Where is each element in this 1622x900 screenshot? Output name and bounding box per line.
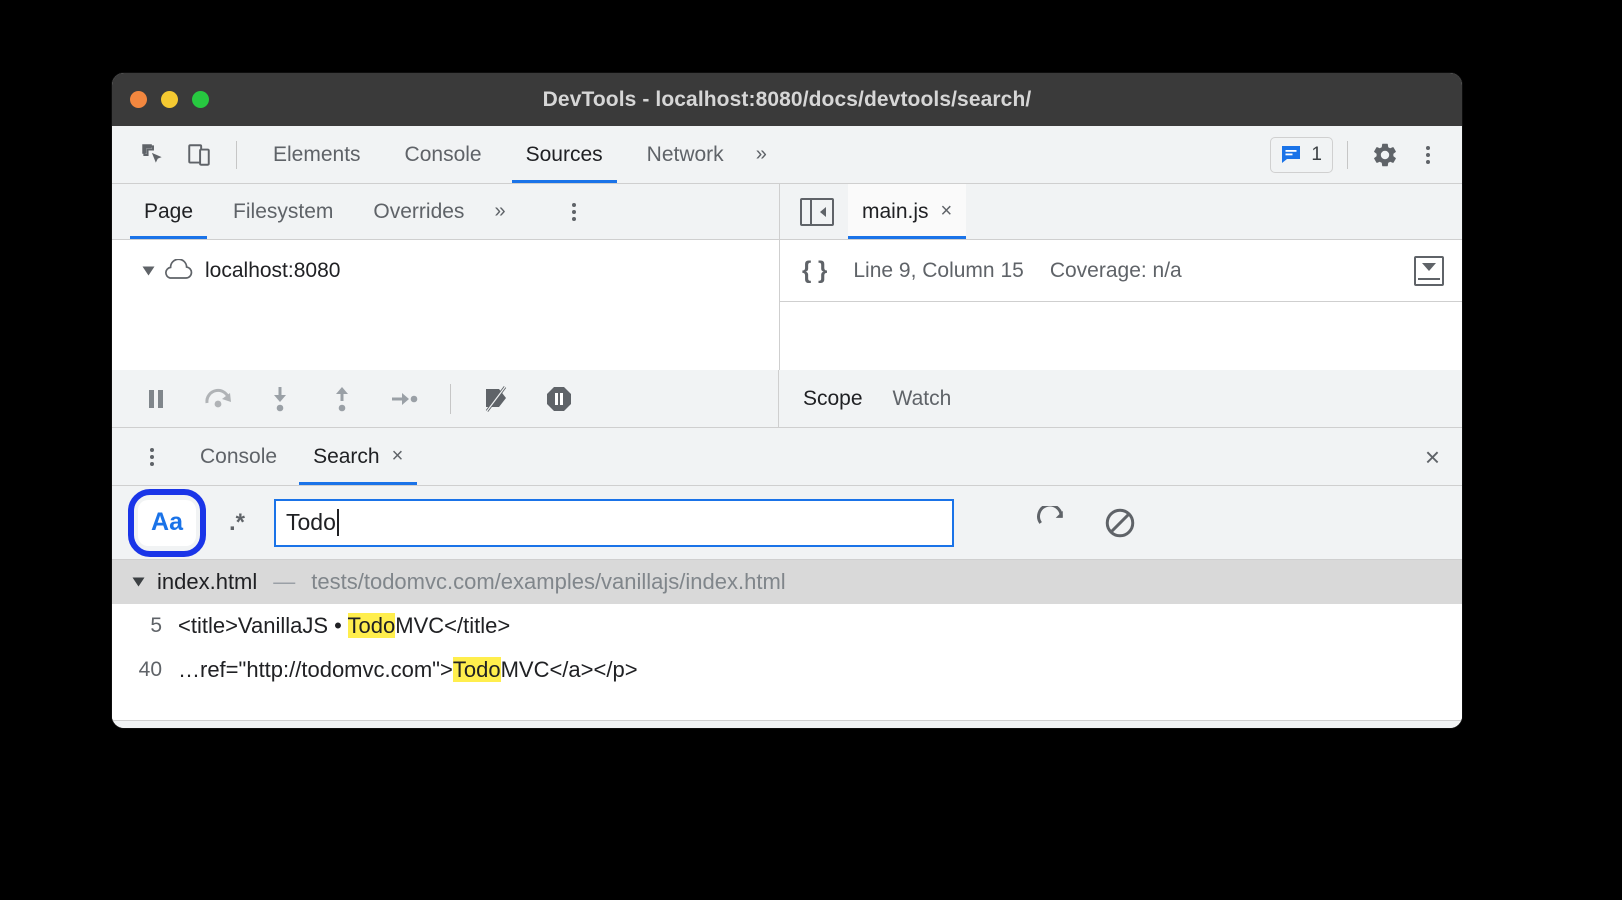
close-window-button[interactable] (130, 91, 147, 108)
navigator-tree-item-localhost[interactable]: localhost:8080 (112, 240, 779, 302)
tab-scope[interactable]: Scope (803, 387, 863, 411)
step-icon[interactable] (384, 379, 424, 419)
device-toolbar-icon[interactable] (176, 132, 222, 178)
devtools-main-toolbar: Elements Console Sources Network » 1 (112, 126, 1462, 184)
step-out-icon[interactable] (322, 379, 362, 419)
editor-file-tab-label: main.js (862, 199, 929, 223)
drawer-tab-console[interactable]: Console (182, 428, 295, 485)
gear-icon[interactable] (1362, 132, 1408, 178)
code-match-highlight: Todo (347, 613, 396, 638)
search-result-dash: — (273, 569, 296, 594)
refresh-icon[interactable] (1026, 497, 1078, 549)
editor-status-bar: { } Line 9, Column 15 Coverage: n/a (780, 240, 1462, 302)
main-panel-tabs: Elements Console Sources Network » (251, 126, 775, 183)
expand-triangle-icon[interactable] (132, 577, 145, 587)
search-result-row[interactable]: 40 …ref="http://todomvc.com">TodoMVC</a>… (112, 648, 1462, 692)
issues-button[interactable]: 1 (1270, 136, 1333, 173)
search-result-code: <title>VanillaJS • TodoMVC</title> (178, 613, 510, 639)
close-icon[interactable]: × (392, 445, 404, 468)
tab-elements[interactable]: Elements (251, 126, 383, 183)
debugger-side-tabs: Scope Watch (779, 370, 951, 427)
drawer-kebab-menu-icon[interactable] (132, 437, 172, 477)
deactivate-breakpoints-icon[interactable] (477, 379, 517, 419)
screenshot-stage: DevTools - localhost:8080/docs/devtools/… (0, 0, 1622, 900)
show-navigator-icon[interactable] (800, 197, 834, 226)
navigator-pane: Page Filesystem Overrides » localhost:80… (112, 184, 780, 370)
drawer-tab-search[interactable]: Search × (295, 428, 421, 485)
format-pretty-print-icon[interactable]: { } (802, 257, 827, 285)
toolbar-right-actions: 1 (1270, 132, 1462, 178)
close-drawer-button[interactable]: × (1425, 444, 1440, 470)
minimize-window-button[interactable] (161, 91, 178, 108)
navigator-kebab-menu-icon[interactable] (554, 192, 594, 232)
match-case-button[interactable]: Aa (138, 499, 196, 546)
search-input-value: Todo (286, 509, 336, 535)
search-result-code: …ref="http://todomvc.com">TodoMVC</a></p… (178, 657, 638, 683)
search-result-line-number: 5 (150, 614, 162, 637)
drawer-tab-console-label: Console (200, 444, 278, 468)
search-result-row[interactable]: 5 <title>VanillaJS • TodoMVC</title> (112, 604, 1462, 648)
close-icon[interactable]: × (941, 200, 953, 223)
inspect-cursor-icon[interactable] (130, 132, 176, 178)
step-over-icon[interactable] (198, 379, 238, 419)
tab-sources[interactable]: Sources (504, 126, 625, 183)
window-title: DevTools - localhost:8080/docs/devtools/… (542, 87, 1032, 111)
code-match-highlight: Todo (452, 657, 501, 682)
pause-on-exceptions-icon[interactable] (539, 379, 579, 419)
toolbar-divider-2 (1347, 140, 1348, 169)
editor-pane: main.js × { } Line 9, Column 15 Coverage… (780, 184, 1462, 370)
tab-console[interactable]: Console (383, 126, 504, 183)
drawer-tab-search-label: Search (313, 444, 380, 468)
code-after: MVC</title> (395, 613, 511, 638)
match-case-button-wrapper: Aa (128, 488, 206, 557)
show-drawer-icon[interactable] (1414, 255, 1444, 286)
clear-icon[interactable] (1094, 497, 1146, 549)
code-after: MVC</a></p> (500, 657, 638, 682)
tab-network[interactable]: Network (625, 126, 746, 183)
expand-triangle-icon[interactable] (142, 266, 155, 276)
drawer-tab-bar: Console Search × × (112, 428, 1462, 486)
cursor-position: Line 9, Column 15 (853, 258, 1024, 282)
navigator-tab-overrides[interactable]: Overrides (353, 184, 484, 239)
code-before: …ref="http://todomvc.com"> (178, 657, 453, 682)
navigator-tree-label: localhost:8080 (205, 259, 341, 282)
more-tabs-icon[interactable]: » (746, 143, 775, 166)
cloud-icon (165, 259, 193, 279)
tab-watch[interactable]: Watch (893, 387, 952, 411)
debugger-toolbar: Scope Watch (112, 370, 1462, 428)
coverage-status: Coverage: n/a (1049, 258, 1182, 282)
text-caret (336, 509, 339, 536)
zoom-window-button[interactable] (192, 91, 209, 108)
search-input[interactable]: Todo (274, 498, 954, 547)
devtools-window: DevTools - localhost:8080/docs/devtools/… (112, 73, 1462, 728)
search-result-file-header[interactable]: index.html — tests/todomvc.com/examples/… (112, 560, 1462, 604)
debugger-divider (450, 383, 451, 414)
search-result-file-path: tests/todomvc.com/examples/vanillajs/ind… (311, 569, 786, 594)
debugger-controls (112, 370, 779, 427)
navigator-tabs: Page Filesystem Overrides » (112, 184, 779, 240)
sources-split: Page Filesystem Overrides » localhost:80… (112, 184, 1462, 370)
window-titlebar: DevTools - localhost:8080/docs/devtools/… (112, 73, 1462, 126)
toolbar-divider (236, 140, 237, 169)
step-into-icon[interactable] (260, 379, 300, 419)
search-results: index.html — tests/todomvc.com/examples/… (112, 560, 1462, 720)
kebab-menu-icon[interactable] (1408, 135, 1448, 175)
editor-file-tab-main-js[interactable]: main.js × (848, 184, 967, 239)
search-result-line-number: 40 (138, 658, 162, 681)
pause-script-icon[interactable] (136, 379, 176, 419)
navigator-tab-filesystem[interactable]: Filesystem (213, 184, 353, 239)
use-regex-button[interactable]: .* (214, 500, 260, 546)
code-before: <title>VanillaJS • (178, 613, 348, 638)
navigator-more-tabs-icon[interactable]: » (484, 200, 513, 223)
issues-count: 1 (1311, 143, 1322, 165)
search-status-bar: Search finished. Found 2 matching lines … (112, 720, 1462, 728)
traffic-lights (130, 91, 209, 108)
navigator-tab-page[interactable]: Page (124, 184, 213, 239)
search-result-file-name: index.html (157, 569, 258, 594)
editor-tab-bar: main.js × (780, 184, 1462, 240)
search-toolbar: Aa .* Todo (112, 486, 1462, 560)
results-spacer (112, 692, 1462, 720)
issues-message-icon (1282, 145, 1301, 163)
